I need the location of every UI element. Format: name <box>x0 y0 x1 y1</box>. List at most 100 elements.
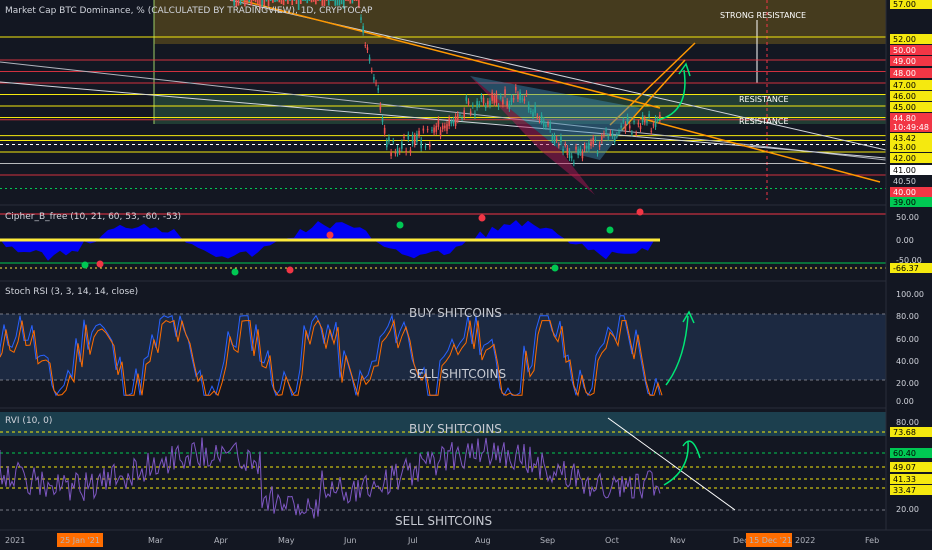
time-highlight-right: 15 Dec '21 <box>749 536 792 545</box>
candle-body <box>349 0 352 4</box>
rvi-buy-label: BUY SHITCOINS <box>409 422 502 436</box>
candle-body <box>336 0 339 6</box>
stoch-title: Stoch RSI (3, 3, 14, 14, close) <box>5 287 138 297</box>
candle-body <box>465 97 468 101</box>
stoch-tick-4: 20.00 <box>896 379 919 388</box>
candle-body <box>373 76 375 80</box>
candle-body <box>469 111 472 114</box>
candle-body <box>278 0 281 3</box>
candle-body <box>459 114 461 116</box>
candle-body <box>551 136 554 140</box>
candle-body <box>252 0 255 2</box>
candle-body <box>650 130 653 132</box>
price-label-14: 40.00 <box>893 188 916 197</box>
cipher-signal-dot-2 <box>231 268 239 276</box>
price-label-9: 43.42 <box>893 134 916 143</box>
candle-body <box>422 128 425 131</box>
candle-body <box>637 122 640 125</box>
candle-body <box>540 115 543 122</box>
candle-body <box>573 162 575 164</box>
candle-body <box>545 124 547 128</box>
candle-body <box>347 0 349 2</box>
rvi-label-0: 73.68 <box>893 428 916 437</box>
price-label-5: 46.00 <box>893 92 916 101</box>
candle-body <box>284 0 287 2</box>
candle-body <box>558 145 560 147</box>
cipher-signal-dot-5 <box>396 221 404 229</box>
cipher-signal-dot-0 <box>81 261 89 269</box>
candle-body <box>315 0 317 5</box>
candle-body <box>527 104 530 110</box>
candle-body <box>287 0 289 4</box>
price-label-11: 42.00 <box>893 154 916 163</box>
time-axis-background <box>0 530 932 550</box>
candle-body <box>641 115 644 122</box>
candle-body <box>583 145 586 149</box>
cipher-signal-dot-9 <box>606 226 614 234</box>
candle-body <box>626 116 629 122</box>
candle-body <box>351 0 354 4</box>
time-tick-1: Mar <box>148 536 164 545</box>
candle-body <box>564 144 567 146</box>
candle-body <box>310 0 313 3</box>
candle-body <box>633 121 635 123</box>
candle-body <box>521 98 524 100</box>
candle-body <box>420 139 422 149</box>
candle-body <box>639 125 642 130</box>
candle-body <box>377 87 379 91</box>
candle-body <box>437 119 440 127</box>
candle-body <box>562 149 564 153</box>
stoch-tick-1: 80.00 <box>896 312 919 321</box>
candle-body <box>644 118 646 123</box>
time-axis[interactable]: 2021 Mar Apr May Jun Jul Aug Sep Oct Nov Dec 2022 Fe… <box>0 529 932 550</box>
candle-body <box>291 0 293 6</box>
candle-body <box>525 93 528 95</box>
chart-canvas: 56.0057.0052.0050.0049.0048.0047.0046.00… <box>0 0 932 550</box>
candle-body <box>474 113 476 117</box>
candle-body <box>463 110 465 117</box>
candle-body <box>233 0 235 6</box>
time-tick-6: Aug <box>475 536 491 545</box>
candle-body <box>534 105 536 113</box>
candle-body <box>375 82 377 84</box>
candle-body <box>370 70 373 72</box>
candle-body <box>411 134 414 144</box>
right-price-axis[interactable]: 56.0057.0052.0050.0049.0048.0047.0046.00… <box>885 0 932 530</box>
candle-body <box>265 0 268 2</box>
price-label-0: 52.00 <box>893 35 916 44</box>
candle-body <box>519 92 521 101</box>
candle-body <box>250 0 253 6</box>
candle-body <box>547 123 549 125</box>
rvi-title: RVI (10, 0) <box>5 416 52 426</box>
price-label-15: 39.00 <box>893 198 916 207</box>
candle-body <box>530 111 532 113</box>
candle-body <box>493 96 496 104</box>
candle-body <box>590 141 592 146</box>
candle-body <box>332 0 334 2</box>
candle-body <box>646 120 648 123</box>
candle-body <box>542 120 545 127</box>
candle-body <box>241 0 244 1</box>
candle-body <box>274 0 276 3</box>
candle-body <box>510 97 513 103</box>
candle-body <box>450 121 453 124</box>
candle-body <box>405 150 407 153</box>
candle-body <box>532 112 534 117</box>
candle-body <box>480 96 483 100</box>
candle-body <box>635 133 637 135</box>
candle-body <box>289 0 291 1</box>
candle-body <box>598 144 601 148</box>
cipher-signal-dot-6 <box>478 214 486 222</box>
candle-body <box>257 0 259 5</box>
time-tick-5: Jul <box>407 536 418 545</box>
rvi-tick-0: 80.00 <box>896 418 919 427</box>
time-tick-4: Jun <box>343 536 357 545</box>
candle-body <box>489 100 491 106</box>
candle-body <box>472 105 474 107</box>
time-tick-9: Nov <box>670 536 686 545</box>
time-highlight-left: 25 Jan '21 <box>60 536 100 545</box>
candle-body <box>467 101 470 104</box>
candle-body <box>390 151 392 156</box>
stoch-tick-5: 0.00 <box>896 397 914 406</box>
candle-body <box>330 0 332 1</box>
